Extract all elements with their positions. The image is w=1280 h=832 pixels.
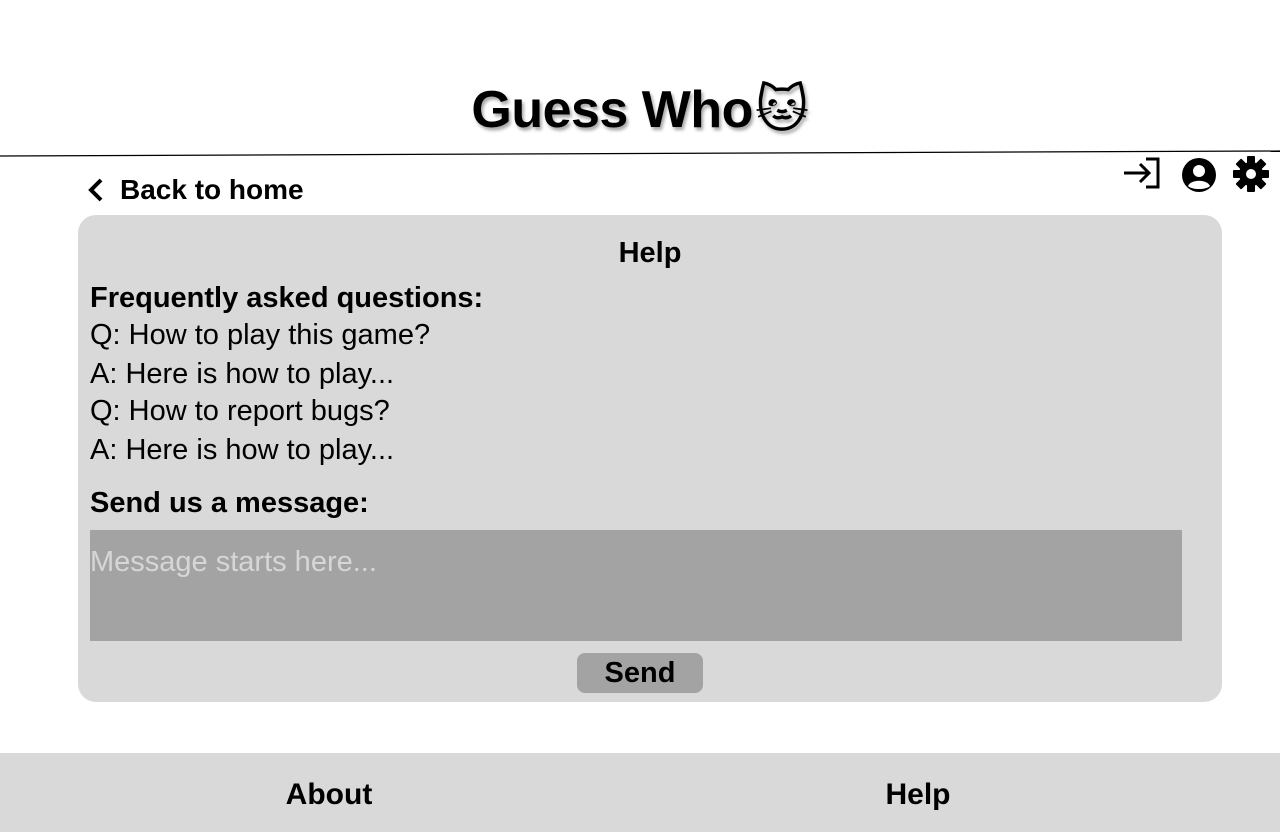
footer: About Help (0, 753, 1280, 832)
footer-about-link[interactable]: About (229, 775, 429, 815)
app-title-text: Guess Who (471, 81, 753, 139)
footer-help-link[interactable]: Help (818, 775, 1018, 815)
help-panel: Help Frequently asked questions: Q: How … (78, 215, 1222, 702)
send-button[interactable]: Send (577, 653, 703, 693)
gear-icon[interactable] (1232, 155, 1270, 193)
back-to-home-link[interactable]: Back to home (86, 170, 304, 210)
message-input[interactable] (90, 530, 1182, 641)
cat-emoji-icon: 🐱 (754, 81, 809, 139)
chevron-left-icon (88, 178, 103, 202)
app-title: Guess Who🐱 (0, 80, 1280, 140)
faq-answer: A: Here is how to play... (90, 434, 395, 466)
help-page: Guess Who🐱 Back to home Help Frequently … (0, 0, 1280, 832)
header: Guess Who🐱 (0, 0, 1280, 160)
message-heading: Send us a message: (90, 487, 369, 519)
login-icon[interactable] (1122, 156, 1162, 190)
faq-answer: A: Here is how to play... (90, 358, 395, 390)
account-icon[interactable] (1181, 157, 1217, 193)
back-to-home-label: Back to home (120, 174, 304, 205)
faq-question: Q: How to play this game? (90, 319, 431, 351)
faq-question: Q: How to report bugs? (90, 395, 390, 427)
panel-title: Help (618, 237, 682, 269)
faq-heading: Frequently asked questions: (90, 282, 484, 314)
header-divider (0, 150, 1280, 157)
